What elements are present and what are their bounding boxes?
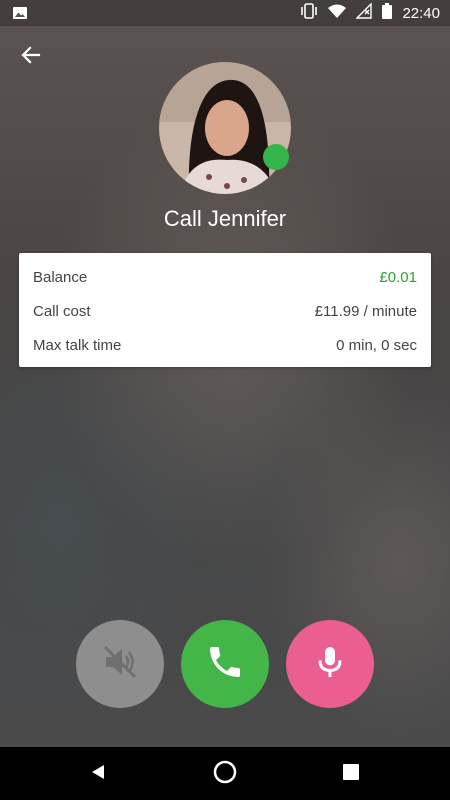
recents-square-icon <box>342 763 360 786</box>
call-cost-value: £11.99 / minute <box>314 302 417 320</box>
nav-home-button[interactable] <box>210 759 240 789</box>
status-time: 22:40 <box>402 4 440 22</box>
arrow-left-icon <box>21 45 41 70</box>
info-row-call-cost: Call cost £11.99 / minute <box>33 299 417 323</box>
avatar <box>159 62 291 194</box>
nav-back-button[interactable] <box>83 759 113 789</box>
contact-avatar-container <box>159 62 291 194</box>
back-button[interactable] <box>14 42 48 72</box>
back-triangle-icon <box>89 763 107 786</box>
phone-icon <box>205 642 245 687</box>
system-navigation-bar <box>0 747 450 800</box>
image-icon <box>12 5 28 26</box>
call-title: Call Jennifer <box>163 206 287 231</box>
no-signal-icon <box>355 1 373 24</box>
call-info-card: Balance £0.01 Call cost £11.99 / minute … <box>19 253 431 367</box>
call-screen: 22:40 Call Jennifer Balance £0.01 Call c… <box>0 0 450 800</box>
status-bar: 22:40 <box>0 0 450 26</box>
balance-label: Balance <box>33 268 88 286</box>
vibrate-icon <box>300 2 318 24</box>
call-button[interactable] <box>181 620 269 708</box>
info-row-balance: Balance £0.01 <box>33 265 417 289</box>
call-cost-label: Call cost <box>33 302 91 320</box>
nav-recents-button[interactable] <box>336 759 366 789</box>
wifi-icon <box>328 4 347 23</box>
microphone-icon <box>310 642 350 687</box>
balance-value: £0.01 <box>379 268 417 286</box>
info-row-max-talk-time: Max talk time 0 min, 0 sec <box>33 333 417 357</box>
speaker-off-icon <box>100 642 140 687</box>
home-circle-icon <box>212 759 238 790</box>
online-status-dot <box>263 144 289 170</box>
max-talk-time-label: Max talk time <box>33 336 122 354</box>
battery-icon <box>382 2 393 24</box>
max-talk-time-value: 0 min, 0 sec <box>336 336 417 354</box>
speaker-off-button[interactable] <box>76 620 164 708</box>
microphone-button[interactable] <box>286 620 374 708</box>
